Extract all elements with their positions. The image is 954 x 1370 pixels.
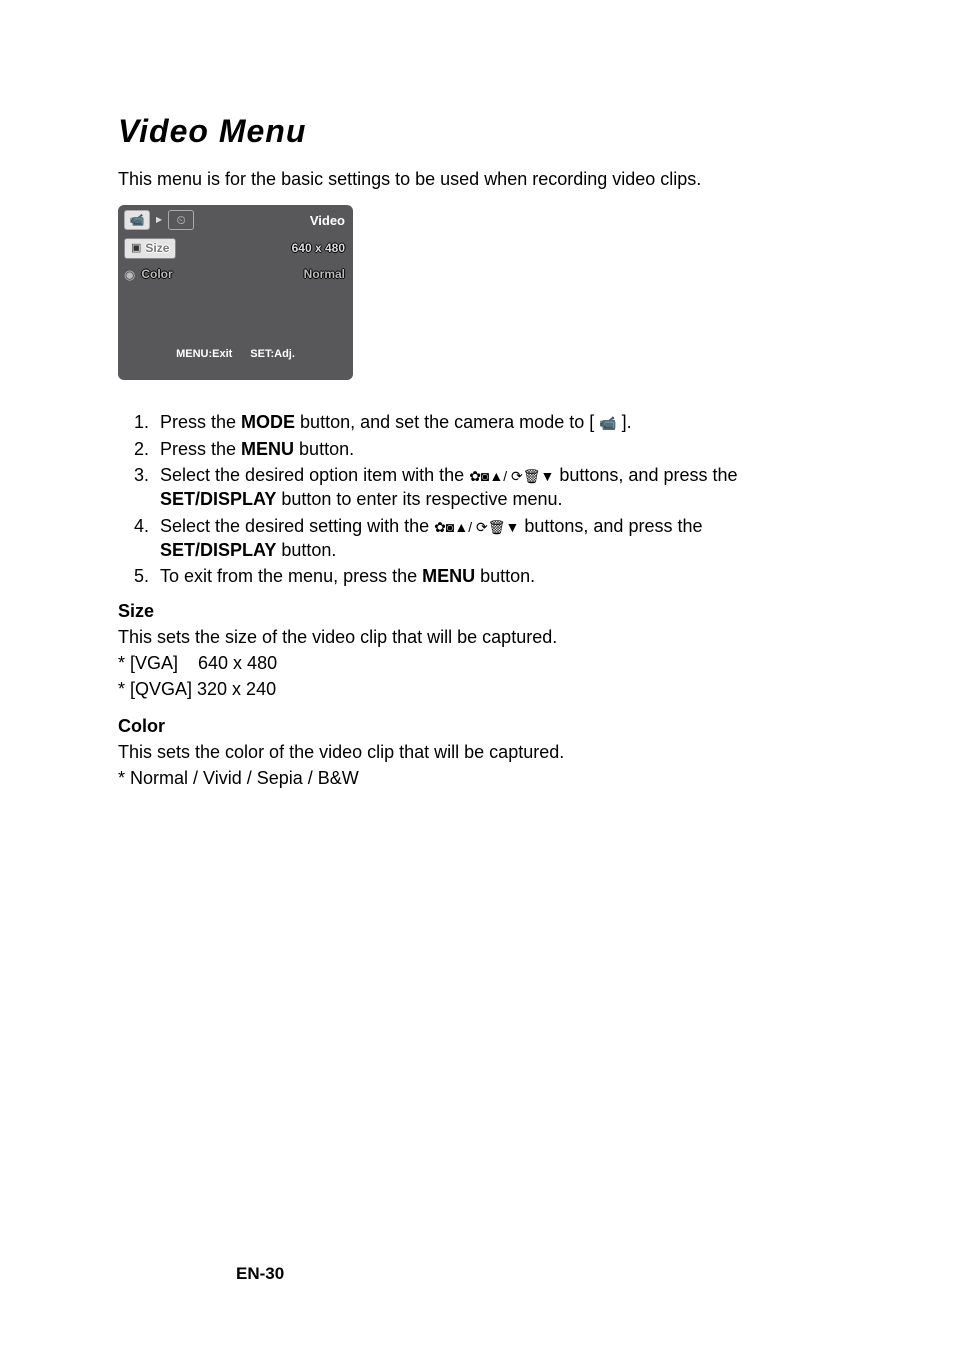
step-3: Select the desired option item with the … (154, 463, 954, 512)
lcd-tab-video: 📹 (124, 210, 150, 230)
size-opt-qvga: * [QVGA] 320 x 240 (118, 677, 954, 701)
size-opt-vga: * [VGA] 640 x 480 (118, 651, 954, 675)
intro-text: This menu is for the basic settings to b… (118, 167, 954, 191)
lcd-bottom-bar: MENU:Exit SET:Adj. (118, 342, 353, 366)
color-opts: * Normal / Vivid / Sepia / B&W (118, 766, 954, 790)
steps-list: Press the MODE button, and set the camer… (118, 410, 954, 588)
size-heading: Size (118, 599, 954, 623)
tab-arrow-icon: ▶ (156, 215, 162, 226)
color-row-label: Color (141, 266, 172, 282)
lcd-tab-bar: 📹 ▶ ⏲ Video (118, 205, 353, 235)
size-desc: This sets the size of the video clip tha… (118, 625, 954, 649)
color-heading: Color (118, 714, 954, 738)
nav-icons: ✿◙▲/ ⟳🗑▼ (469, 468, 554, 484)
color-desc: This sets the color of the video clip th… (118, 740, 954, 764)
size-row-value: 640 x 480 (292, 240, 345, 256)
lcd-set-adj: SET:Adj. (250, 347, 295, 362)
step-4: Select the desired setting with the ✿◙▲/… (154, 514, 954, 563)
step-1: Press the MODE button, and set the camer… (154, 410, 954, 434)
lcd-row-color: ◉ Color Normal (118, 261, 353, 287)
lcd-menu-exit: MENU:Exit (176, 347, 232, 362)
color-row-value: Normal (304, 266, 345, 282)
size-row-label: Size (145, 240, 169, 256)
step-5: To exit from the menu, press the MENU bu… (154, 564, 954, 588)
camera-lcd-panel: 📹 ▶ ⏲ Video ▣ Size 640 x 480 ◉ Color Nor… (118, 205, 353, 380)
lcd-row-size: ▣ Size 640 x 480 (118, 235, 353, 261)
color-row-icon: ◉ (124, 266, 135, 284)
lcd-tab-timer: ⏲ (168, 210, 194, 230)
lcd-title: Video (310, 212, 345, 230)
video-mode-icon: 📹 (599, 415, 616, 431)
size-row-icon: ▣ (131, 241, 141, 256)
step-2: Press the MENU button. (154, 437, 954, 461)
page-footer: EN-30 (236, 1263, 284, 1286)
page-title: Video Menu (118, 110, 954, 153)
nav-icons: ✿◙▲/ ⟳🗑▼ (434, 518, 519, 534)
